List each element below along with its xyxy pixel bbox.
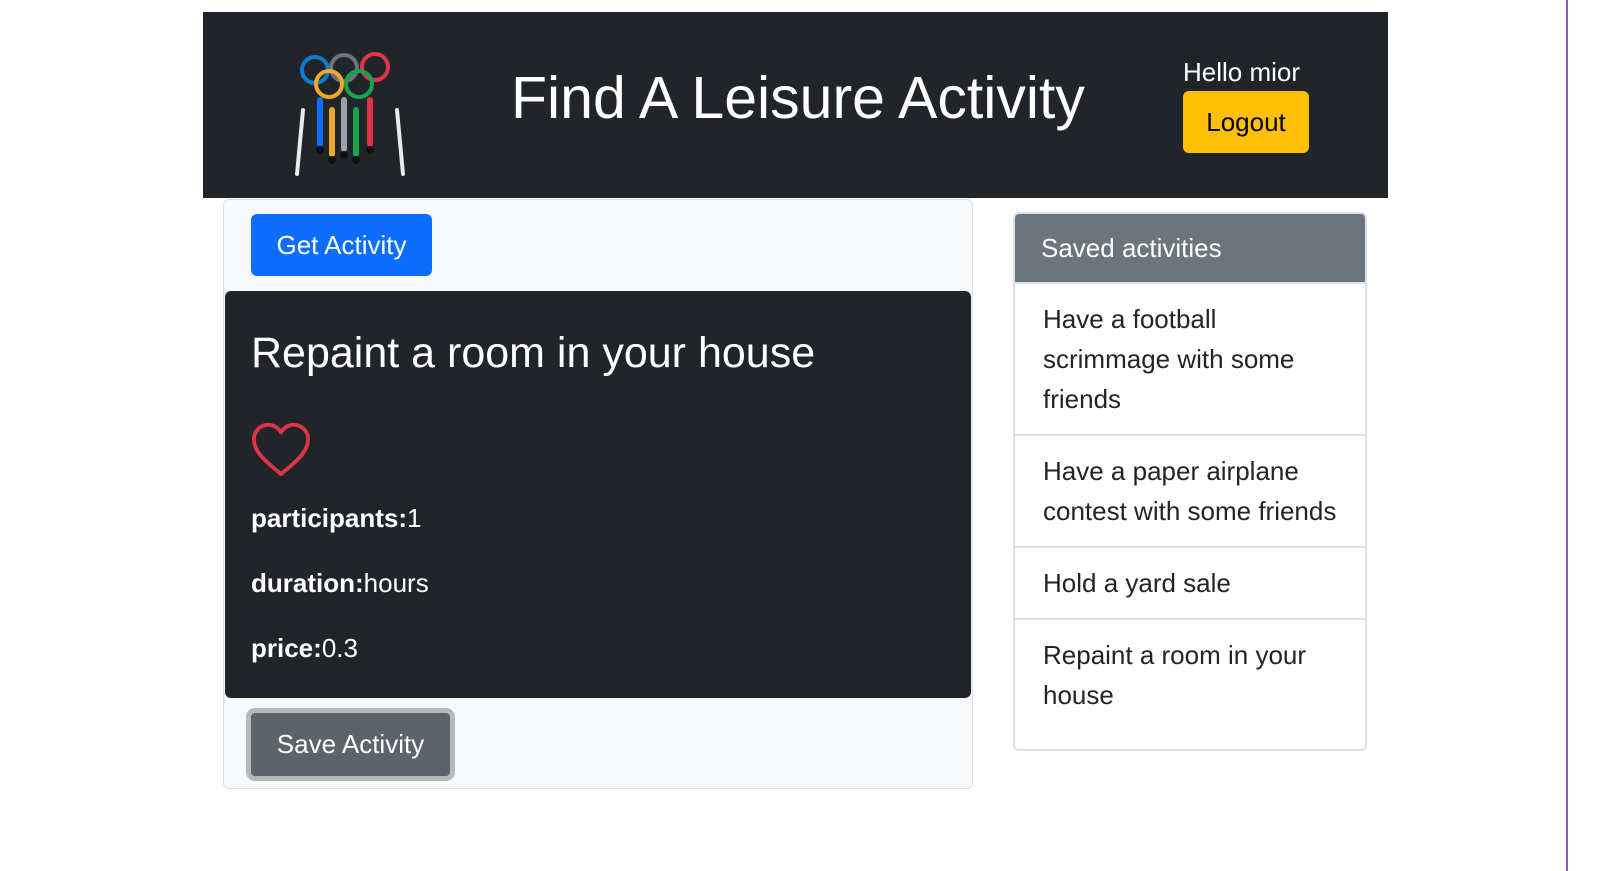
user-greeting: Hello mior (1183, 57, 1301, 87)
list-item[interactable]: Repaint a room in your house (1015, 618, 1365, 730)
participants-value: 1 (407, 503, 422, 533)
list-item[interactable]: Hold a yard sale (1015, 546, 1365, 618)
olympic-rings-jump-ropes-icon (295, 52, 405, 176)
logout-button[interactable]: Logout (1183, 91, 1309, 153)
price-row: price:0.3 (251, 633, 358, 664)
activity-title: Repaint a room in your house (251, 329, 816, 377)
saved-activities-list: Saved activities Have a football scrimma… (1013, 212, 1367, 751)
window-edge (1566, 0, 1568, 871)
get-activity-button[interactable]: Get Activity (251, 214, 432, 276)
price-value: 0.3 (321, 633, 358, 663)
app-header: Find A Leisure Activity Hello mior Logou… (203, 12, 1388, 198)
duration-row: duration:hours (251, 568, 429, 599)
duration-label: duration: (251, 568, 364, 598)
saved-activities-header: Saved activities (1015, 214, 1365, 282)
app-title: Find A Leisure Activity (511, 65, 1085, 131)
participants-label: participants: (251, 503, 408, 533)
list-item[interactable]: Have a paper airplane contest with some … (1015, 434, 1365, 546)
heart-outline-icon[interactable] (250, 421, 312, 479)
duration-value: hours (363, 568, 429, 598)
activity-card: Get Activity Repaint a room in your hous… (223, 199, 973, 789)
activity-panel: Repaint a room in your house participant… (225, 291, 971, 698)
participants-row: participants:1 (251, 503, 422, 534)
list-item[interactable]: Have a football scrimmage with some frie… (1015, 282, 1365, 434)
price-label: price: (251, 633, 322, 663)
save-activity-button[interactable]: Save Activity (246, 708, 455, 781)
